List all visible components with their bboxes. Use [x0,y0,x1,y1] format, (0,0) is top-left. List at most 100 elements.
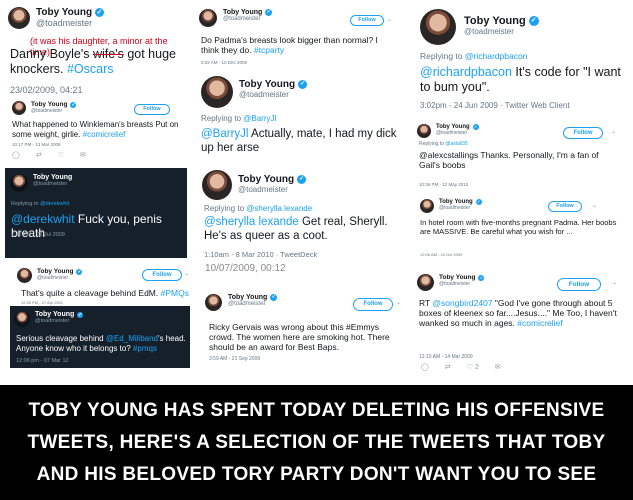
user-name: Toby Young [33,174,73,181]
chevron-down-icon[interactable]: ⌄ [612,279,617,286]
hashtag-link[interactable]: #PMQs [161,288,189,298]
caption-line-2: TWEETS, HERE'S A SELECTION OF THE TWEETS… [27,432,606,453]
tweet-text: Danny Boyle's wife's got huge knockers. … [10,47,176,76]
user-handle: @toadmeister [439,205,471,211]
user-name: Toby Young [238,174,295,185]
tweet-padma-hotel: Toby Young ✓ @toadmeister Follow ⌄ In hot… [420,196,625,260]
follow-button[interactable]: Follow [353,298,393,311]
chevron-down-icon[interactable]: ⌄ [592,202,597,209]
user-name: Toby Young [37,268,74,275]
user-handle: @toadmeister [439,281,471,287]
replying-to: Replying to @richardpbacon [420,51,528,61]
avatar[interactable] [14,311,30,327]
tweet-date: 3:02 AM - 10 Dec 2009 [201,60,248,65]
user-name: Toby Young [228,294,268,301]
hashtag-link[interactable]: #pmqs [133,344,157,353]
verified-badge-icon: ✓ [76,268,83,275]
retweet-icon[interactable]: ⇄ [445,363,451,371]
user-name: Toby Young [35,311,75,318]
follow-button[interactable]: Follow [557,278,601,291]
user-handle: @toadmeister [464,27,514,36]
tweet-text: Serious cleavage behind @Ed_Miliband's h… [16,334,186,353]
tweet-barryjl: Toby Young ✓ @toadmeister Replying to @Ba… [195,72,405,164]
user-handle: @toadmeister [239,90,289,99]
follow-button[interactable]: Follow [350,15,384,26]
retweet-icon[interactable]: ⇄ [36,151,42,159]
message-icon[interactable]: ✉ [80,151,86,159]
hashtag-link[interactable]: #comicrelief [517,318,562,328]
reply-icon[interactable]: ◯ [12,151,20,159]
struck-word: wife's [92,47,124,61]
tweet-actions: ◯ ⇄ ♡ ✉ [12,151,86,159]
mention-link[interactable]: @BarryJl [201,128,248,140]
avatar[interactable] [417,274,434,291]
user-handle: @toadmeister [36,18,93,28]
chevron-down-icon[interactable]: ⌄ [184,270,189,277]
hashtag-link[interactable]: #Oscars [67,62,114,76]
user-name: Toby Young [36,7,93,18]
mention-link[interactable]: @Ed_Miliband [106,334,158,343]
avatar[interactable] [199,9,217,27]
avatar[interactable] [10,174,28,192]
avatar[interactable] [12,101,26,115]
tweet-date: 3:59 AM - 21 Sep 2009 [209,356,261,362]
verified-badge-icon: ✓ [528,16,539,26]
hashtag-link[interactable]: #comicrelief [83,130,126,139]
mention-link[interactable]: @songbird2407 [432,298,492,308]
avatar[interactable] [420,199,434,213]
reply-icon[interactable]: ◯ [421,363,429,371]
mention-link[interactable]: @sherylla lexande [204,216,299,228]
follow-button[interactable]: Follow [134,104,170,115]
avatar[interactable] [420,9,456,45]
follow-button[interactable]: Follow [548,201,582,212]
avatar[interactable] [417,124,431,138]
mention-link[interactable]: @richardpbacon [420,65,512,79]
chevron-down-icon[interactable]: ⌄ [396,299,401,306]
overlapping-date: 10/07/2009, 00:12 [205,263,286,274]
user-name: Toby Young [464,15,526,27]
mention-link[interactable]: @derekwhit [11,212,75,226]
hashtag-link[interactable]: #tcparty [254,45,284,55]
tweet-date: 3:02pm - 24 Jun 2009 · Twitter Web Clien… [420,101,570,110]
follow-button[interactable]: Follow [142,269,182,281]
verified-badge-icon: ✓ [77,311,84,318]
tweet-winkleman: Toby Young ✓ @toadmeister Follow What hap… [8,98,180,162]
avatar[interactable] [8,7,30,29]
tweet-date: 12:10 AM - 14 Mar 2009 [419,354,473,360]
tweet-date: 23/02/2009, 04:21 [10,85,83,95]
replying-to: Replying to @astall35 [419,141,468,147]
message-icon[interactable]: ✉ [495,363,501,371]
user-handle: @toadmeister [31,108,63,114]
chevron-down-icon[interactable]: ⌄ [387,16,392,23]
verified-badge-icon: ✓ [472,124,479,130]
like-count: 2 [474,364,479,371]
chevron-down-icon[interactable]: ⌄ [611,128,616,135]
caption-line-1: TOBY YOUNG HAS SPENT TODAY DELETING HIS … [28,400,605,421]
replying-to: Replying to @BarryJl [201,114,277,123]
tweet-oscars: Toby Young ✓ @toadmeister (it was his dau… [2,3,190,95]
verified-badge-icon: ✓ [270,294,278,301]
tweet-text: Ricky Gervais was wrong about this #Emmy… [209,322,390,353]
like-icon[interactable]: ♡ [58,151,64,159]
user-name: Toby Young [439,274,476,281]
tweet-actions: ◯ ⇄ ♡ 2 ✉ [421,363,501,371]
tweet-cleavage-edm: Toby Young ✓ @toadmeister Follow ⌄ That's… [13,264,189,306]
tweet-gail: Toby Young ✓ @toadmeister Follow ⌄ Replyi… [417,122,627,190]
user-handle: @toadmeister [436,130,468,136]
user-handle: @toadmeister [223,16,261,22]
tweet-padma-tcparty: Toby Young ✓ @toadmeister Follow ⌄ Do Pad… [195,5,395,71]
follow-button[interactable]: Follow [563,127,603,139]
avatar[interactable] [17,268,32,283]
user-handle: @toadmeister [238,185,288,194]
avatar[interactable] [205,294,222,311]
verified-badge-icon: ✓ [265,9,273,16]
verified-badge-icon: ✓ [95,8,105,17]
tweet-text: @BarryJl Actually, mate, I had my dick u… [201,128,397,154]
avatar[interactable] [202,170,232,200]
user-handle: @toadmeister [228,301,266,307]
tweet-date: 10:17 PM - 13 Mar 2009 [12,142,61,147]
avatar[interactable] [201,76,233,108]
like-icon[interactable]: ♡ 2 [467,363,479,371]
tweet-sheryll: Toby Young ✓ @toadmeister Replying to @sh… [200,168,410,262]
verified-badge-icon: ✓ [297,175,307,184]
